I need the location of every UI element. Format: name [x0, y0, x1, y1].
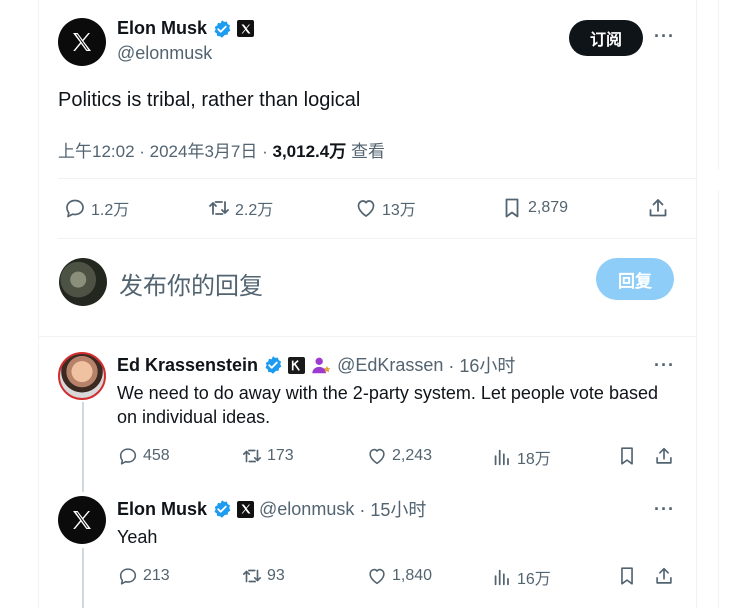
bookmark-icon — [621, 447, 633, 465]
sidebar-divider — [718, 0, 719, 170]
heart-icon — [369, 568, 385, 585]
reply-author-avatar[interactable] — [58, 352, 106, 400]
reply-author-handle[interactable]: @elonmusk — [259, 499, 354, 520]
divider — [38, 336, 697, 337]
tweet-text: Politics is tribal, rather than logical — [58, 89, 361, 111]
reply-composer-input[interactable]: 发布你的回复 — [119, 266, 263, 301]
heart-icon — [357, 200, 375, 217]
tweet-meta: 上午12:02 · 2024年3月7日 · 3,012.4万 查看 — [58, 137, 385, 162]
share-action[interactable] — [653, 445, 675, 467]
reply-text: We need to do away with the 2-party syst… — [117, 383, 658, 427]
share-action[interactable] — [653, 565, 675, 587]
thread-connector — [82, 548, 84, 608]
reply-author-name[interactable]: Elon Musk — [117, 499, 207, 520]
share-icon — [649, 199, 667, 217]
author-name-row[interactable]: Elon Musk — [117, 18, 255, 39]
x-logo-icon — [73, 33, 91, 51]
reply-author-name[interactable]: Ed Krassenstein — [117, 355, 258, 376]
author-avatar[interactable] — [58, 18, 106, 66]
more-options-button[interactable]: ··· — [654, 26, 675, 47]
current-user-avatar[interactable] — [59, 258, 107, 306]
bookmark-action[interactable] — [616, 445, 638, 467]
reply-count: 213 — [143, 567, 170, 584]
reply-more-button[interactable]: ··· — [654, 355, 675, 376]
sidebar-divider-lower — [718, 190, 719, 608]
retweet-action[interactable]: 93 — [241, 565, 285, 587]
verified-badge-icon — [265, 356, 282, 374]
view-count: 18万 — [517, 451, 551, 468]
retweet-action[interactable]: 173 — [241, 445, 294, 467]
share-action[interactable] — [646, 196, 670, 220]
reply-timestamp[interactable]: · 16小时 — [448, 352, 515, 378]
views-chart-icon — [494, 569, 509, 586]
reply-count: 458 — [143, 447, 170, 464]
reply-more-button[interactable]: ··· — [654, 499, 675, 520]
like-action[interactable]: 13万 — [354, 196, 416, 220]
retweet-count: 2.2万 — [235, 202, 274, 219]
verified-badge-icon — [214, 19, 231, 38]
retweet-action[interactable]: 2.2万 — [207, 196, 273, 220]
reply-timestamp[interactable]: · 15小时 — [359, 496, 426, 522]
reply-action[interactable]: 1.2万 — [63, 196, 129, 220]
bookmark-count: 2,879 — [528, 199, 569, 216]
reply-author-handle[interactable]: @EdKrassen — [337, 355, 443, 376]
retweet-icon — [242, 569, 262, 583]
reply-icon — [119, 568, 137, 585]
verified-badge-icon — [214, 500, 231, 518]
x-affiliate-badge-icon — [237, 20, 255, 37]
divider — [58, 238, 697, 239]
like-action[interactable]: 2,243 — [366, 445, 432, 467]
k-affiliate-badge-icon — [288, 356, 306, 374]
bookmark-action[interactable]: 2,879 — [500, 196, 568, 220]
author-name[interactable]: Elon Musk — [117, 18, 207, 39]
bookmark-icon — [621, 567, 633, 585]
view-label: 查看 — [346, 142, 385, 161]
reply-icon — [119, 448, 137, 465]
person-badge-icon — [312, 357, 331, 374]
retweet-count: 93 — [267, 567, 285, 584]
author-handle[interactable]: @elonmusk — [117, 43, 212, 64]
like-count: 13万 — [382, 202, 416, 219]
retweet-count: 173 — [267, 447, 294, 464]
reply-text: Yeah — [117, 527, 158, 547]
views-action[interactable]: 18万 — [491, 445, 551, 469]
divider — [58, 178, 697, 179]
view-count: 3,012.4万 — [272, 142, 347, 161]
views-action[interactable]: 16万 — [491, 565, 551, 589]
like-action[interactable]: 1,840 — [366, 565, 432, 587]
x-logo-icon — [73, 511, 91, 529]
like-count: 2,243 — [392, 447, 433, 464]
x-affiliate-badge-icon — [237, 500, 255, 518]
retweet-icon — [242, 449, 262, 463]
views-chart-icon — [494, 449, 509, 466]
view-count: 16万 — [517, 571, 551, 588]
reply-author-avatar[interactable] — [58, 496, 106, 544]
bookmark-icon — [505, 198, 519, 218]
reply-action[interactable]: 213 — [117, 565, 170, 587]
reply-submit-button[interactable]: 回复 — [596, 258, 674, 300]
reply-header: Elon Musk @elonmusk · 15小时 — [117, 496, 426, 522]
like-count: 1,840 — [392, 567, 433, 584]
thread-connector — [82, 402, 84, 492]
bookmark-action[interactable] — [616, 565, 638, 587]
reply-count: 1.2万 — [91, 202, 130, 219]
reply-header: Ed Krassenstein @EdKrassen · 16小时 — [117, 352, 515, 378]
share-icon — [656, 567, 672, 584]
tweet-timestamp[interactable]: 上午12:02 · 2024年3月7日 · — [58, 142, 272, 161]
share-icon — [656, 447, 672, 464]
retweet-icon — [209, 201, 229, 215]
reply-action[interactable]: 458 — [117, 445, 170, 467]
heart-icon — [369, 448, 385, 465]
subscribe-button[interactable]: 订阅 — [569, 20, 643, 56]
reply-icon — [66, 199, 84, 218]
